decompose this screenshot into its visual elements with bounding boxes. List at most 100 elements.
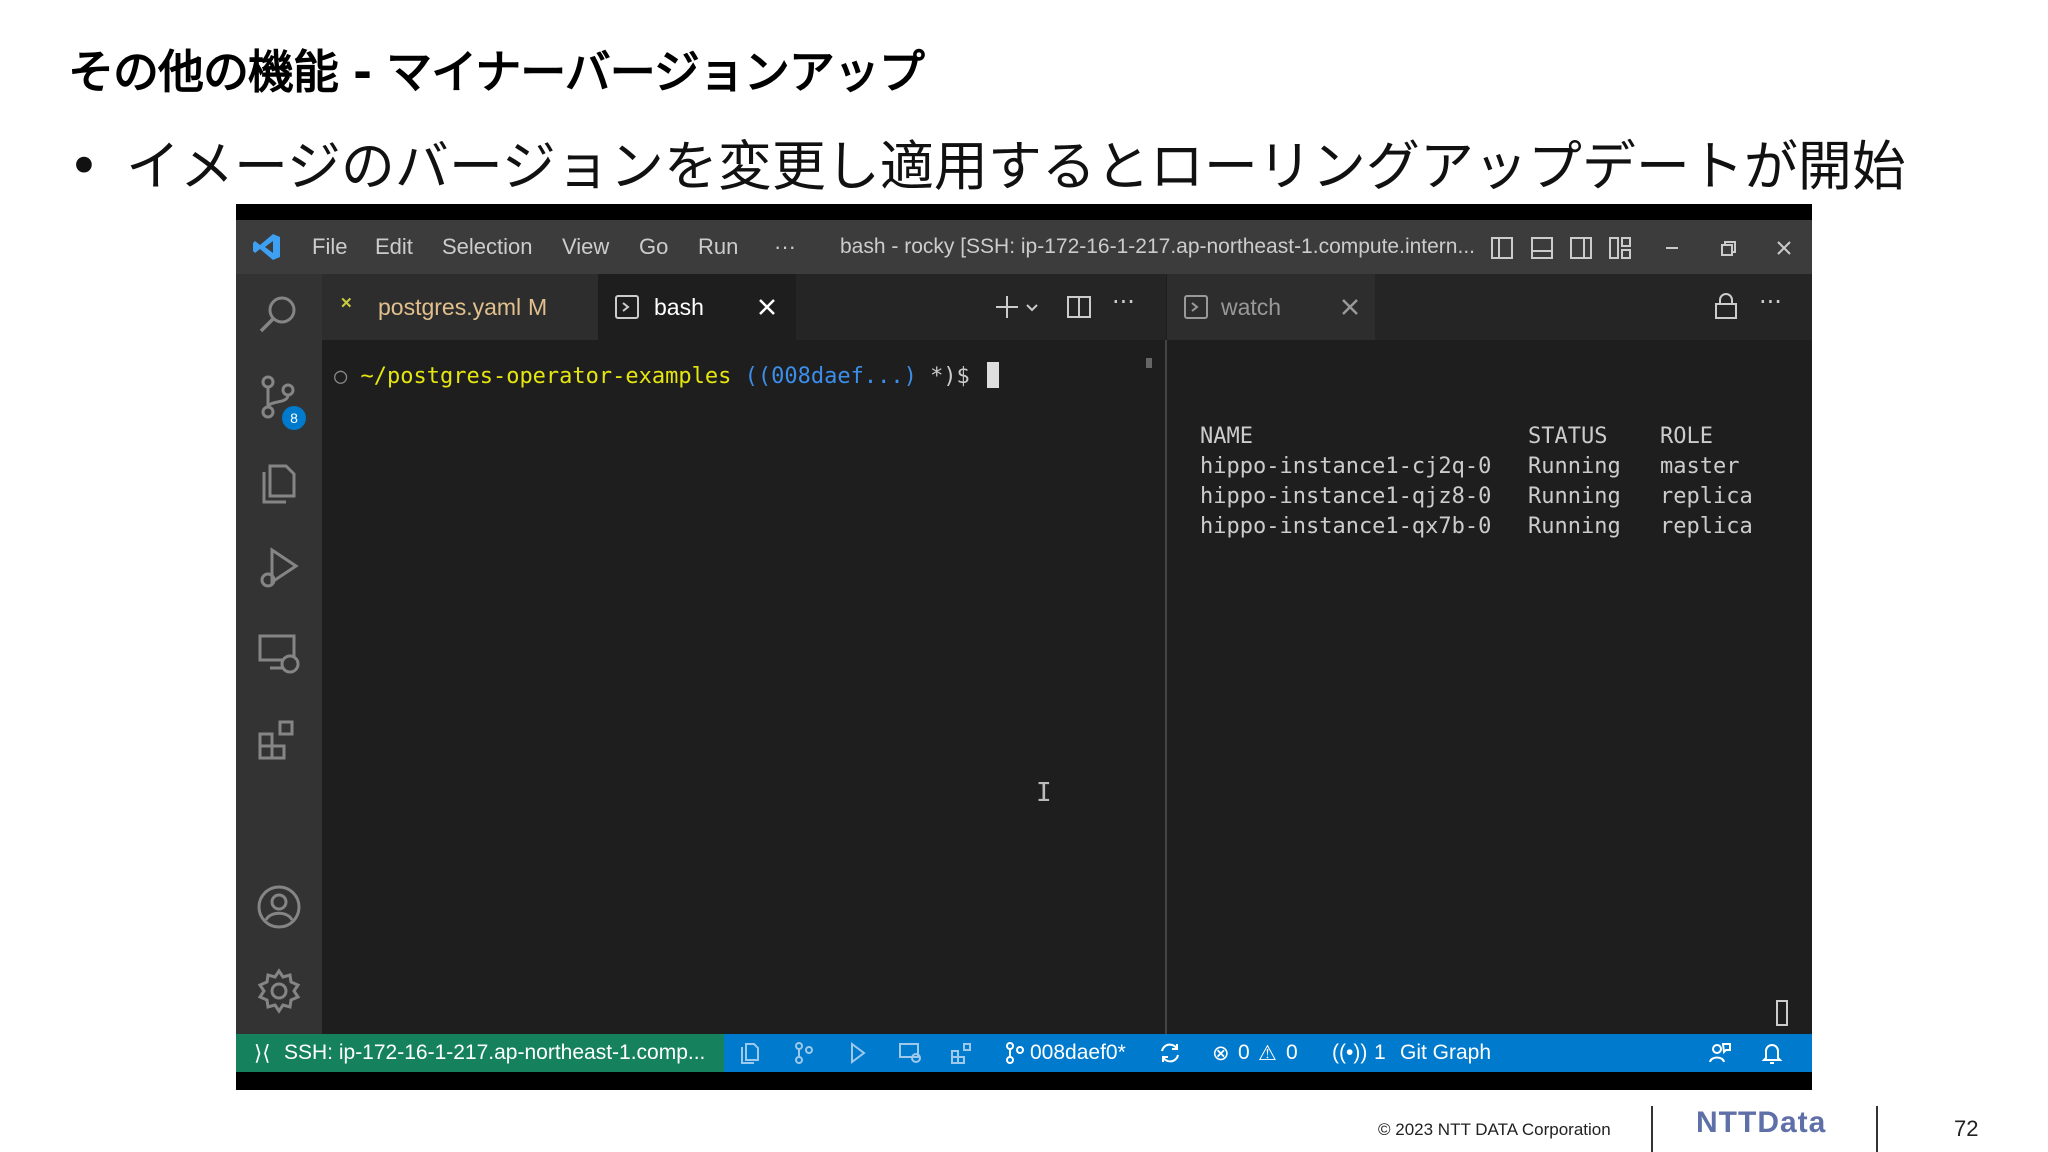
toggle-secondary-sidebar-icon[interactable]: [1569, 236, 1593, 260]
toggle-panel-icon[interactable]: [1530, 236, 1554, 260]
pod-name: hippo-instance1-cj2q-0: [1200, 454, 1492, 479]
tab-bash[interactable]: bash: [598, 274, 796, 340]
menu-more[interactable]: ···: [774, 234, 796, 260]
close-tab-icon[interactable]: [756, 296, 778, 318]
ssh-host-label: SSH: ip-172-16-1-217.ap-northeast-1.comp…: [284, 1041, 706, 1064]
remote-explorer-icon[interactable]: [256, 630, 302, 676]
footer-divider: [1651, 1106, 1653, 1152]
accounts-icon[interactable]: [256, 884, 302, 930]
sync-icon[interactable]: [1158, 1041, 1182, 1065]
menu-edit[interactable]: Edit: [375, 234, 413, 260]
search-icon[interactable]: [256, 292, 302, 338]
error-icon: ⊗: [1212, 1042, 1230, 1065]
menu-selection[interactable]: Selection: [442, 234, 533, 260]
tab-watch-label: watch: [1221, 294, 1282, 320]
remote-icon: ⟩⟨: [254, 1042, 271, 1065]
customize-layout-icon[interactable]: [1608, 236, 1632, 260]
warning-count: 0: [1286, 1041, 1298, 1064]
notifications-bell-icon[interactable]: [1760, 1041, 1784, 1065]
split-terminal-icon[interactable]: [1066, 294, 1092, 320]
pod-role: replica: [1660, 514, 1753, 539]
header-name: NAME: [1200, 424, 1253, 449]
more-actions-icon[interactable]: ···: [1112, 288, 1135, 316]
terminal-cursor-outline: [1776, 1000, 1788, 1026]
pod-role: replica: [1660, 484, 1753, 509]
minimize-icon[interactable]: [1660, 236, 1684, 260]
menu-file[interactable]: File: [312, 234, 347, 260]
terminal-prompt[interactable]: ○ ~/postgres-operator-examples ((008daef…: [334, 362, 1000, 389]
tab-watch[interactable]: watch: [1167, 274, 1375, 340]
pod-status: Running: [1528, 484, 1621, 509]
copyright-text: © 2023 NTT DATA Corporation: [1378, 1120, 1611, 1139]
title-bar: File Edit Selection View Go Run ··· bash…: [236, 220, 1812, 274]
page-number: 72: [1954, 1116, 1979, 1141]
git-graph-button[interactable]: Git Graph: [1400, 1041, 1491, 1065]
remote-explorer-icon[interactable]: [898, 1041, 922, 1065]
status-bar: ⟩⟨ SSH: ip-172-16-1-217.ap-northeast-1.c…: [236, 1034, 1812, 1072]
modified-indicator: M: [528, 294, 548, 320]
prompt-branch: ((008daef...): [744, 364, 917, 389]
tab-yaml-label: postgres.yaml: [378, 294, 522, 320]
menu-view[interactable]: View: [562, 234, 609, 260]
watch-tab-bar: watch ···: [1167, 274, 1812, 340]
run-debug-icon[interactable]: [256, 544, 302, 590]
feedback-icon[interactable]: [1708, 1041, 1732, 1065]
prompt-path: ~/postgres-operator-examples: [360, 364, 732, 389]
toggle-primary-sidebar-icon[interactable]: [1490, 236, 1514, 260]
warning-icon: ⚠: [1258, 1042, 1277, 1065]
bullet-text: イメージのバージョンを変更し適用するとローリングアップデートが開始: [126, 135, 1906, 198]
menu-go[interactable]: Go: [639, 234, 668, 260]
activity-bar: 8: [236, 274, 322, 1034]
ports-item[interactable]: ((•)) 1: [1332, 1034, 1392, 1072]
tab-bash-label: bash: [654, 294, 704, 320]
pod-role: master: [1660, 454, 1740, 479]
prompt-circle-icon: ○: [334, 364, 348, 389]
explorer-icon[interactable]: [738, 1041, 762, 1065]
tab-postgres-yaml[interactable]: ✕ postgres.yaml M: [322, 274, 598, 340]
extensions-icon[interactable]: [256, 716, 302, 762]
chevron-down-icon[interactable]: [1024, 300, 1040, 316]
source-control-item[interactable]: 8: [256, 374, 306, 430]
restore-icon[interactable]: [1716, 236, 1740, 260]
new-terminal-icon[interactable]: [994, 294, 1020, 320]
terminal-icon: [615, 295, 639, 319]
git-branch-label: 008daef0*: [1030, 1041, 1126, 1064]
slide-title: その他の機能 - マイナーバージョンアップ: [68, 45, 925, 99]
text-cursor-icon: I: [1036, 778, 1052, 808]
run-debug-icon[interactable]: [844, 1041, 868, 1065]
window-title: bash - rocky [SSH: ip-172-16-1-217.ap-no…: [840, 235, 1475, 258]
bullet-dot: •: [68, 135, 100, 198]
settings-gear-icon[interactable]: [256, 968, 302, 1014]
vscode-logo-icon: [253, 234, 280, 260]
terminal-icon: [1184, 295, 1208, 319]
extensions-icon[interactable]: [950, 1041, 974, 1065]
close-window-icon[interactable]: [1772, 236, 1796, 260]
pod-status: Running: [1528, 514, 1621, 539]
git-branch-icon: [1006, 1042, 1024, 1064]
pod-status: Running: [1528, 454, 1621, 479]
more-actions-icon[interactable]: ···: [1759, 288, 1782, 316]
scm-badge: 8: [282, 406, 306, 430]
source-control-icon[interactable]: [792, 1041, 816, 1065]
close-tab-icon[interactable]: [1339, 296, 1361, 318]
remote-indicator[interactable]: ⟩⟨ SSH: ip-172-16-1-217.ap-northeast-1.c…: [236, 1034, 724, 1072]
scrollbar-marker[interactable]: [1146, 358, 1152, 368]
pod-name: hippo-instance1-qx7b-0: [1200, 514, 1492, 539]
prompt-suffix: *)$: [930, 364, 970, 389]
yaml-file-icon: ✕: [340, 295, 353, 312]
menu-run[interactable]: Run: [698, 234, 738, 260]
explorer-icon[interactable]: [256, 460, 302, 506]
split-divider[interactable]: [1165, 340, 1167, 1034]
lock-icon[interactable]: [1713, 292, 1739, 320]
problems-item[interactable]: ⊗ 0 ⚠ 0: [1212, 1034, 1312, 1072]
header-role: ROLE: [1660, 424, 1713, 449]
error-count: 0: [1238, 1041, 1250, 1064]
bullet-item: • イメージのバージョンを変更し適用するとローリングアップデートが開始: [68, 122, 1906, 201]
footer-divider: [1876, 1106, 1878, 1152]
terminal-cursor: [987, 362, 1000, 388]
header-status: STATUS: [1528, 424, 1608, 449]
ntt-data-logo: NTTData: [1696, 1106, 1827, 1139]
ports-count: 1: [1374, 1041, 1386, 1064]
pod-name: hippo-instance1-qjz8-0: [1200, 484, 1492, 509]
terminal-tab-bar: ✕ postgres.yaml M bash ···: [322, 274, 1166, 340]
